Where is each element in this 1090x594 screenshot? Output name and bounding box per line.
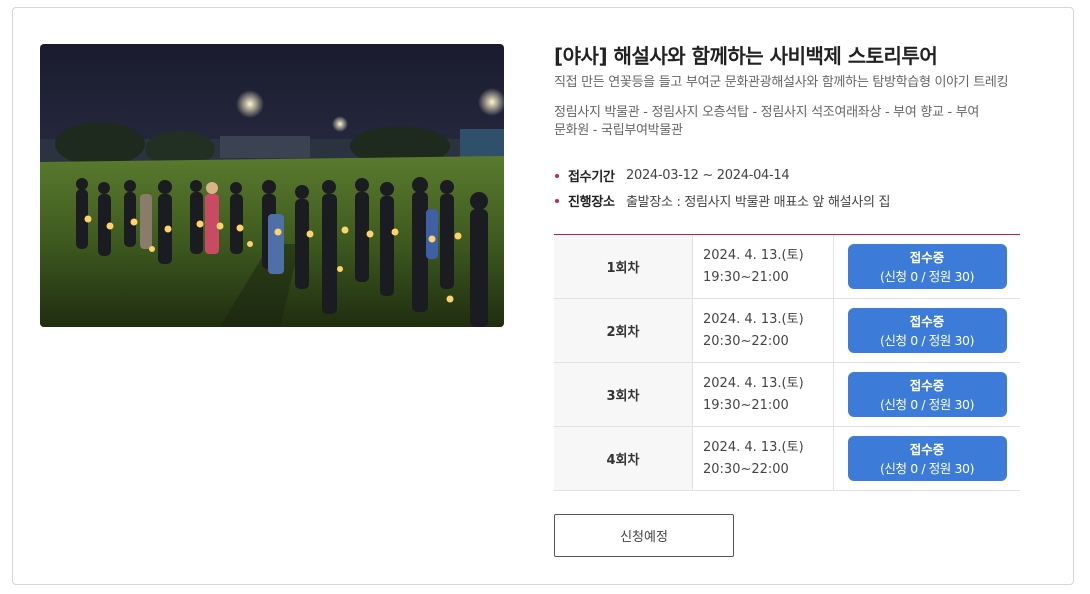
- program-photo: [40, 44, 504, 327]
- session-name: 4회차: [554, 427, 693, 490]
- session-status-button[interactable]: 접수중 (신청 0 / 정원 30): [847, 308, 1007, 353]
- meta-period: 접수기간 2024-03-12 ~ 2024-04-14: [554, 163, 1034, 188]
- session-datetime: 2024. 4. 13.(토) 19:30~21:00: [693, 235, 834, 298]
- session-action: 접수중 (신청 0 / 정원 30): [834, 363, 1020, 426]
- session-status-button[interactable]: 접수중 (신청 0 / 정원 30): [847, 244, 1007, 289]
- session-time: 20:30~22:00: [703, 461, 789, 477]
- session-row: 1회차 2024. 4. 13.(토) 19:30~21:00 접수중 (신청 …: [554, 235, 1020, 299]
- session-datetime: 2024. 4. 13.(토) 20:30~22:00: [693, 427, 834, 490]
- session-capacity: (신청 0 / 정원 30): [879, 460, 975, 476]
- meta-place: 진행장소 출발장소 : 정림사지 박물관 매표소 앞 해설사의 집: [554, 188, 1034, 213]
- session-status: 접수중: [909, 377, 945, 393]
- session-status: 접수중: [909, 441, 945, 457]
- session-datetime: 2024. 4. 13.(토) 20:30~22:00: [693, 299, 834, 362]
- session-time: 19:30~21:00: [703, 397, 789, 413]
- session-status-button[interactable]: 접수중 (신청 0 / 정원 30): [847, 436, 1007, 481]
- session-table: 1회차 2024. 4. 13.(토) 19:30~21:00 접수중 (신청 …: [554, 234, 1020, 491]
- session-status: 접수중: [909, 313, 945, 329]
- session-row: 3회차 2024. 4. 13.(토) 19:30~21:00 접수중 (신청 …: [554, 363, 1020, 427]
- session-date: 2024. 4. 13.(토): [703, 375, 804, 391]
- session-time: 20:30~22:00: [703, 333, 789, 349]
- session-action: 접수중 (신청 0 / 정원 30): [834, 235, 1020, 298]
- night-event-image: [40, 44, 504, 327]
- session-row: 4회차 2024. 4. 13.(토) 20:30~22:00 접수중 (신청 …: [554, 427, 1020, 491]
- session-name: 1회차: [554, 235, 693, 298]
- place-value: 출발장소 : 정림사지 박물관 매표소 앞 해설사의 집: [626, 195, 891, 210]
- period-label: 접수기간: [568, 170, 615, 185]
- program-route: 정림사지 박물관 - 정림사지 오층석탑 - 정림사지 석조여래좌상 - 부여 …: [554, 105, 980, 138]
- session-name: 2회차: [554, 299, 693, 362]
- bullet-icon: [555, 173, 559, 178]
- program-subtitle: 직접 만든 연꽃등을 들고 부여군 문화관광해설사와 함께하는 탐방학습형 이야…: [554, 75, 1009, 90]
- place-label: 진행장소: [568, 195, 615, 210]
- session-capacity: (신청 0 / 정원 30): [879, 396, 975, 412]
- session-date: 2024. 4. 13.(토): [703, 247, 804, 263]
- apply-button[interactable]: 신청예정: [554, 514, 734, 557]
- program-info: [야사] 해설사와 함께하는 사비백제 스토리투어 직접 만든 연꽃등을 들고 …: [554, 41, 1034, 213]
- session-datetime: 2024. 4. 13.(토) 19:30~21:00: [693, 363, 834, 426]
- session-time: 19:30~21:00: [703, 269, 789, 285]
- program-meta: 접수기간 2024-03-12 ~ 2024-04-14 진행장소 출발장소 :…: [554, 163, 1034, 213]
- session-status: 접수중: [909, 249, 945, 265]
- program-card: [야사] 해설사와 함께하는 사비백제 스토리투어 직접 만든 연꽃등을 들고 …: [12, 7, 1074, 585]
- program-title: [야사] 해설사와 함께하는 사비백제 스토리투어: [554, 44, 938, 68]
- session-action: 접수중 (신청 0 / 정원 30): [834, 427, 1020, 490]
- session-date: 2024. 4. 13.(토): [703, 439, 804, 455]
- bullet-icon: [555, 198, 559, 203]
- session-status-button[interactable]: 접수중 (신청 0 / 정원 30): [847, 372, 1007, 417]
- session-row: 2회차 2024. 4. 13.(토) 20:30~22:00 접수중 (신청 …: [554, 299, 1020, 363]
- period-value: 2024-03-12 ~ 2024-04-14: [626, 168, 790, 183]
- session-capacity: (신청 0 / 정원 30): [879, 268, 975, 284]
- session-capacity: (신청 0 / 정원 30): [879, 332, 975, 348]
- session-action: 접수중 (신청 0 / 정원 30): [834, 299, 1020, 362]
- session-name: 3회차: [554, 363, 693, 426]
- session-date: 2024. 4. 13.(토): [703, 311, 804, 327]
